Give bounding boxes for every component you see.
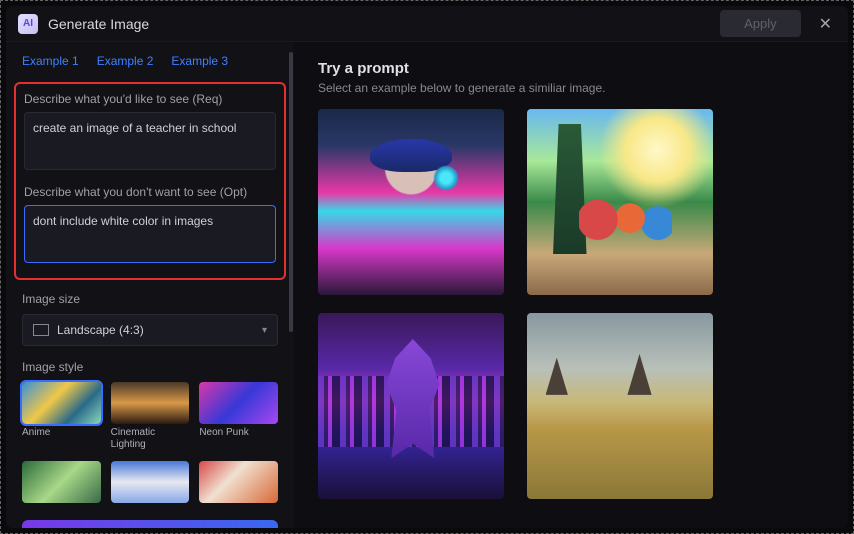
positive-prompt-input[interactable] bbox=[24, 112, 276, 170]
prompt-highlight: Describe what you'd like to see (Req) De… bbox=[14, 82, 286, 280]
image-size-select[interactable]: Landscape (4:3) ▾ bbox=[22, 314, 278, 346]
tab-example-1[interactable]: Example 1 bbox=[22, 54, 79, 68]
titlebar: AI Generate Image Apply ✕ bbox=[6, 6, 848, 42]
style-name: Cinematic Lighting bbox=[111, 427, 190, 451]
style-thumb bbox=[22, 382, 101, 424]
style-thumb bbox=[199, 461, 278, 503]
example-image-2[interactable] bbox=[527, 109, 713, 295]
sidebar-scrollbar[interactable] bbox=[288, 52, 294, 518]
style-option-4[interactable] bbox=[22, 461, 101, 506]
style-thumb bbox=[111, 382, 190, 424]
chevron-down-icon: ▾ bbox=[262, 325, 267, 336]
apply-button[interactable]: Apply bbox=[720, 10, 801, 37]
generate-button[interactable]: ✦ Generate bbox=[22, 520, 278, 528]
negative-prompt-input[interactable] bbox=[24, 205, 276, 263]
style-thumb bbox=[199, 382, 278, 424]
style-thumb bbox=[111, 461, 190, 503]
aspect-icon bbox=[33, 324, 49, 336]
app-window: AI Generate Image Apply ✕ Example 1 Exam… bbox=[6, 6, 848, 528]
example-tabs: Example 1 Example 2 Example 3 bbox=[22, 54, 278, 68]
close-icon[interactable]: ✕ bbox=[815, 10, 836, 38]
style-anime[interactable]: Anime bbox=[22, 382, 101, 451]
example-image-3[interactable] bbox=[318, 313, 504, 499]
main-title: Try a prompt bbox=[318, 60, 824, 77]
example-image-grid bbox=[318, 109, 718, 499]
window-title: Generate Image bbox=[48, 16, 149, 32]
style-option-5[interactable] bbox=[111, 461, 190, 506]
main-panel: Try a prompt Select an example below to … bbox=[294, 42, 848, 528]
negative-prompt-label: Describe what you don't want to see (Opt… bbox=[24, 185, 276, 199]
style-option-6[interactable] bbox=[199, 461, 278, 506]
sidebar: Example 1 Example 2 Example 3 Describe w… bbox=[6, 42, 294, 528]
tab-example-2[interactable]: Example 2 bbox=[97, 54, 154, 68]
example-image-1[interactable] bbox=[318, 109, 504, 295]
style-grid: Anime Cinematic Lighting Neon Punk bbox=[22, 382, 278, 506]
image-size-label: Image size bbox=[22, 292, 278, 306]
app-icon: AI bbox=[18, 14, 38, 34]
style-name: Neon Punk bbox=[199, 427, 278, 439]
positive-prompt-label: Describe what you'd like to see (Req) bbox=[24, 92, 276, 106]
style-name: Anime bbox=[22, 427, 101, 439]
main-subtitle: Select an example below to generate a si… bbox=[318, 81, 824, 95]
image-style-label: Image style bbox=[22, 360, 278, 374]
style-neon-punk[interactable]: Neon Punk bbox=[199, 382, 278, 451]
image-size-value: Landscape (4:3) bbox=[57, 323, 262, 337]
example-image-4[interactable] bbox=[527, 313, 713, 499]
style-thumb bbox=[22, 461, 101, 503]
tab-example-3[interactable]: Example 3 bbox=[171, 54, 228, 68]
style-cinematic-lighting[interactable]: Cinematic Lighting bbox=[111, 382, 190, 451]
